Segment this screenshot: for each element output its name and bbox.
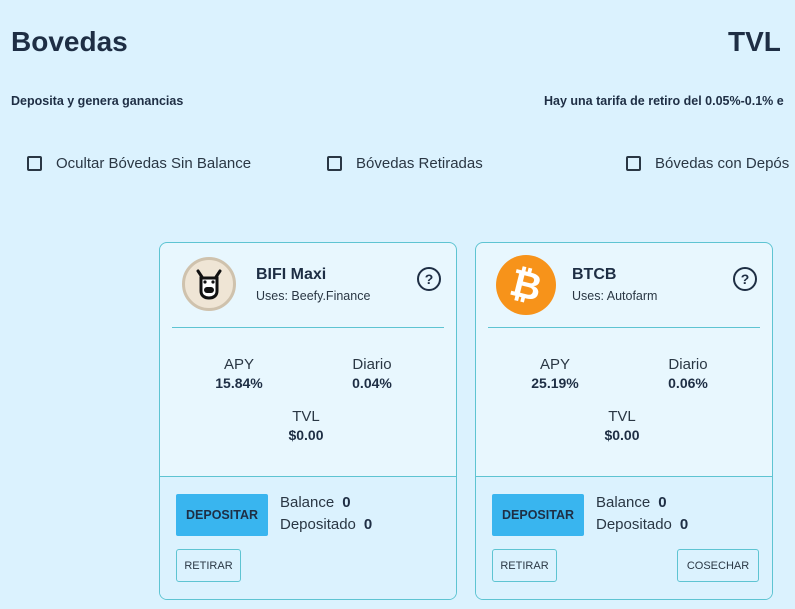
divider [488, 327, 760, 328]
filter-hide-zero-balance[interactable]: Ocultar Bóvedas Sin Balance [27, 155, 251, 172]
tvl-title: TVL [728, 26, 781, 57]
balance-line: Balance 0 [596, 494, 667, 511]
daily-stat: Diario 0.06% [633, 356, 743, 391]
apy-value: 25.19% [531, 375, 579, 391]
tvl-value: $0.00 [288, 427, 324, 443]
vault-card-bifi-maxi: BIFI Maxi Uses: Beefy.Finance ? APY 15.8… [159, 242, 457, 600]
filter-retired-vaults[interactable]: Bóvedas Retiradas [327, 155, 483, 172]
balance-line: Balance 0 [280, 494, 351, 511]
balance-label: Balance [596, 494, 651, 511]
bitcoin-icon: ₿ [496, 255, 556, 315]
withdraw-fee-note: Hay una tarifa de retiro del 0.05%-0.1% … [544, 94, 784, 108]
filter-label: Bóvedas con Depós [655, 155, 790, 172]
vault-platform: Uses: Beefy.Finance [256, 289, 371, 303]
vault-actions: DEPOSITAR Balance 0 Depositado 0 RETIRAR [160, 476, 456, 599]
vault-name: BTCB [572, 266, 617, 283]
page-subtitle: Deposita y genera ganancias [11, 94, 184, 108]
beefy-cow-icon [182, 257, 236, 311]
vault-platform: Uses: Autofarm [572, 289, 658, 303]
vault-name: BIFI Maxi [256, 266, 327, 283]
withdraw-button[interactable]: RETIRAR [492, 549, 557, 582]
page-title: Bovedas [11, 26, 128, 57]
help-icon[interactable]: ? [417, 267, 441, 291]
deposited-value: 0 [679, 516, 689, 533]
hide-zero-balance-checkbox[interactable] [27, 156, 42, 171]
deposited-line: Depositado 0 [280, 516, 372, 533]
tvl-label: TVL [608, 408, 636, 425]
filter-deposited-vaults[interactable]: Bóvedas con Depós [626, 155, 789, 172]
vault-header: ₿ BTCB Uses: Autofarm ? [476, 243, 772, 327]
tvl-stat: TVL $0.00 [251, 408, 361, 443]
deposited-label: Depositado [280, 516, 356, 533]
svg-text:₿: ₿ [506, 260, 547, 310]
deposited-line: Depositado 0 [596, 516, 688, 533]
deposit-button[interactable]: DEPOSITAR [492, 494, 584, 536]
balance-value: 0 [658, 494, 667, 511]
deposited-label: Depositado [596, 516, 672, 533]
vault-card-btcb: ₿ BTCB Uses: Autofarm ? APY 25.19% Diari… [475, 242, 773, 600]
deposited-vaults-checkbox[interactable] [626, 156, 641, 171]
apy-value: 15.84% [215, 375, 263, 391]
harvest-button[interactable]: COSECHAR [677, 549, 759, 582]
filter-label: Ocultar Bóvedas Sin Balance [56, 155, 252, 172]
balance-value: 0 [342, 494, 351, 511]
filter-label: Bóvedas Retiradas [356, 155, 483, 172]
divider [172, 327, 444, 328]
deposit-button[interactable]: DEPOSITAR [176, 494, 268, 536]
tvl-stat: TVL $0.00 [567, 408, 677, 443]
apy-label: APY [223, 356, 254, 373]
daily-label: Diario [668, 356, 708, 373]
apy-stat: APY 15.84% [184, 356, 294, 391]
daily-label: Diario [352, 356, 392, 373]
deposited-value: 0 [363, 516, 373, 533]
apy-label: APY [539, 356, 570, 373]
help-icon[interactable]: ? [733, 267, 757, 291]
retired-vaults-checkbox[interactable] [327, 156, 342, 171]
withdraw-button[interactable]: RETIRAR [176, 549, 241, 582]
balance-label: Balance [280, 494, 335, 511]
daily-stat: Diario 0.04% [317, 356, 427, 391]
tvl-label: TVL [292, 408, 320, 425]
daily-value: 0.06% [668, 375, 708, 391]
vault-header: BIFI Maxi Uses: Beefy.Finance ? [160, 243, 456, 327]
apy-stat: APY 25.19% [500, 356, 610, 391]
daily-value: 0.04% [352, 375, 392, 391]
vault-actions: DEPOSITAR Balance 0 Depositado 0 RETIRAR C… [476, 476, 772, 599]
tvl-value: $0.00 [604, 427, 640, 443]
